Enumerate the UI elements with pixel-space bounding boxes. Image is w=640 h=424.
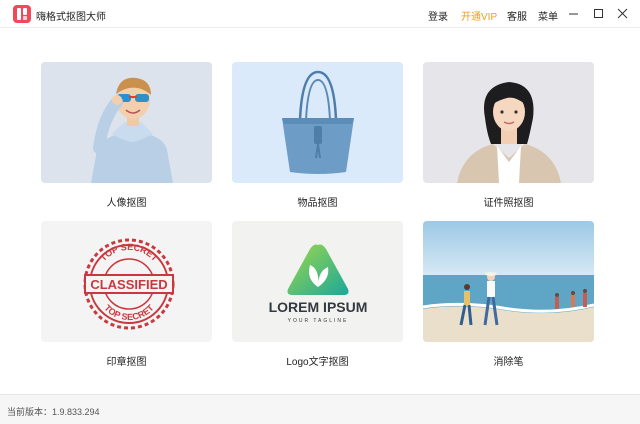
logo-tagline-text: YOUR TAGLINE xyxy=(288,318,349,324)
tool-card-id-photo[interactable] xyxy=(423,62,594,183)
tool-card-portrait[interactable] xyxy=(41,62,212,183)
close-icon xyxy=(617,8,628,19)
title-bar: 嗨格式抠图大师 登录 开通VIP 客服 菜单 xyxy=(0,0,640,28)
stamp-center-text: CLASSIFIED xyxy=(90,277,167,292)
stamp-thumbnail: TOP SECRET TOP SECRET CLASSIFIED xyxy=(41,221,212,342)
minimize-icon xyxy=(569,13,578,15)
menu-link[interactable]: 菜单 xyxy=(538,8,558,23)
maximize-icon xyxy=(594,9,603,18)
maximize-button[interactable] xyxy=(589,4,609,24)
tool-label-object[interactable]: 物品抠图 xyxy=(232,194,403,209)
tool-card-object[interactable] xyxy=(232,62,403,183)
tool-card-eraser[interactable] xyxy=(423,221,594,342)
minimize-button[interactable] xyxy=(564,4,584,24)
tool-card-stamp[interactable]: TOP SECRET TOP SECRET CLASSIFIED xyxy=(41,221,212,342)
beach-thumbnail xyxy=(423,221,594,342)
logo-brand-text: LOREM IPSUM xyxy=(269,299,368,315)
tool-label-eraser[interactable]: 消除笔 xyxy=(423,353,594,368)
app-logo-icon xyxy=(13,5,31,23)
tool-label-portrait[interactable]: 人像抠图 xyxy=(41,194,212,209)
tool-card-logo-text[interactable]: LOREM IPSUM YOUR TAGLINE xyxy=(232,221,403,342)
tool-label-id-photo[interactable]: 证件照抠图 xyxy=(423,194,594,209)
customer-service-link[interactable]: 客服 xyxy=(507,8,527,23)
app-title: 嗨格式抠图大师 xyxy=(36,12,106,23)
handbag-thumbnail xyxy=(232,62,403,183)
version-text: 当前版本：1.9.833.294 xyxy=(7,407,100,417)
portrait-thumbnail xyxy=(41,62,212,183)
tool-label-stamp[interactable]: 印章抠图 xyxy=(41,353,212,368)
close-button[interactable] xyxy=(613,4,633,24)
id-photo-thumbnail xyxy=(423,62,594,183)
vip-link[interactable]: 开通VIP xyxy=(461,8,497,23)
tool-label-logo-text[interactable]: Logo文字抠图 xyxy=(232,353,403,368)
login-link[interactable]: 登录 xyxy=(428,8,448,23)
status-bar: 当前版本：1.9.833.294 xyxy=(0,394,640,424)
logo-thumbnail: LOREM IPSUM YOUR TAGLINE xyxy=(232,221,403,342)
